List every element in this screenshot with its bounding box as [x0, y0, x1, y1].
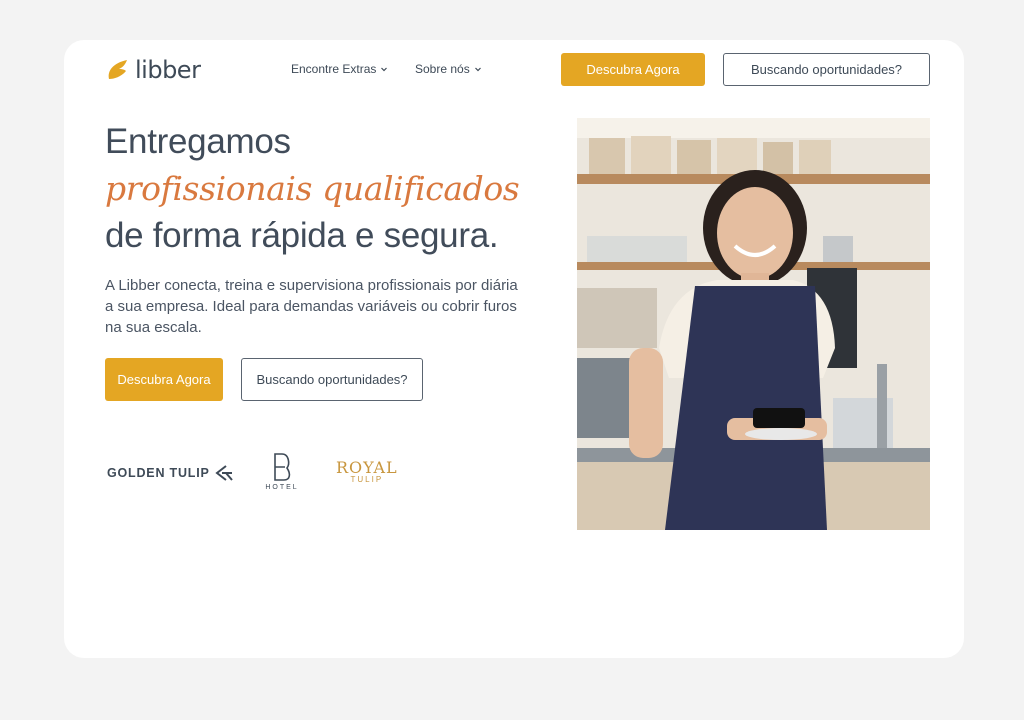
brand-name: libber: [135, 56, 201, 84]
header-opportunities-button[interactable]: Buscando oportunidades?: [723, 53, 930, 86]
barista-photo: [577, 118, 930, 530]
nav-item-label: Sobre nós: [415, 62, 470, 76]
nav-item-encontre-extras[interactable]: Encontre Extras: [291, 62, 388, 76]
nav-item-sobre-nos[interactable]: Sobre nós: [415, 62, 482, 76]
b-hotel-mark-icon: [274, 453, 291, 481]
header-discover-button[interactable]: Descubra Agora: [561, 53, 705, 86]
hero-description: A Libber conecta, treina e supervisiona …: [105, 277, 518, 336]
hero-opportunities-button[interactable]: Buscando oportunidades?: [241, 358, 423, 401]
headline-line-2: profissionais qualificados: [105, 169, 520, 208]
royal-tulip-line2: TULIP: [350, 475, 384, 484]
brand-logo[interactable]: libber: [105, 56, 201, 84]
b-hotel-text: HOTEL: [265, 484, 299, 491]
hero-image-barista: [577, 118, 930, 530]
flame-leaf-icon: [108, 60, 127, 79]
golden-tulip-logo: GOLDEN TULIP: [107, 464, 234, 482]
golden-tulip-text: GOLDEN TULIP: [107, 466, 210, 480]
chevron-down-icon: [474, 67, 481, 72]
nav-item-label: Encontre Extras: [291, 62, 377, 76]
royal-tulip-logo: ROYAL TULIP: [336, 458, 398, 484]
headline-line-3: de forma rápida e segura.: [105, 216, 499, 255]
golden-tulip-mark-icon: [215, 465, 233, 481]
b-hotel-logo: HOTEL: [262, 452, 302, 496]
headline-line-1: Entregamos: [105, 122, 291, 161]
chevron-down-icon: [381, 67, 388, 72]
hero-discover-button[interactable]: Descubra Agora: [105, 358, 223, 401]
page-card: libber Encontre Extras Sobre nós Descubr…: [64, 40, 964, 658]
